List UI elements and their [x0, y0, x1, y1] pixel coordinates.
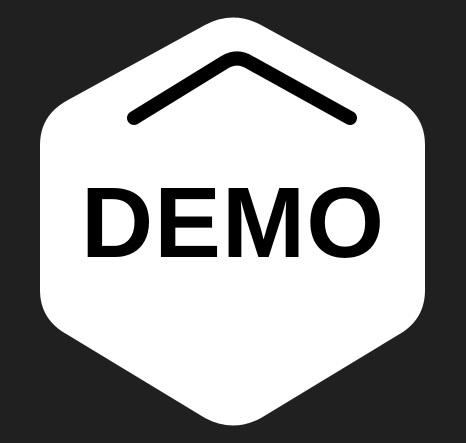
logo-canvas: DEMO	[0, 0, 466, 443]
logo-wordmark: DEMO	[81, 167, 385, 279]
